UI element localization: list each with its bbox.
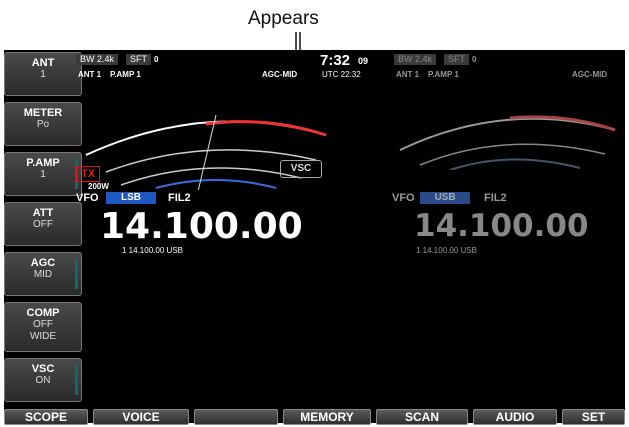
left-ant: ANT 1	[78, 70, 102, 79]
scope-button[interactable]: SCOPE	[4, 409, 88, 425]
left-agc: AGC-MID	[262, 70, 298, 79]
right-s-meter	[399, 115, 616, 170]
right-filter: FIL2	[484, 192, 507, 204]
clock-utc: UTC 22:32	[322, 70, 361, 79]
agc-value: MID	[33, 269, 53, 280]
right-mode: USB	[420, 192, 470, 204]
vsc-indicator	[75, 365, 78, 395]
vsc-value: ON	[35, 375, 51, 386]
set-button[interactable]: SET	[562, 409, 625, 425]
comp-label: COMP	[26, 307, 60, 319]
audio-button[interactable]: AUDIO	[473, 409, 557, 425]
vsc-label: VSC	[31, 363, 55, 375]
vsc-indicator-badge: VSC	[280, 160, 322, 178]
clock-seconds: 09	[358, 56, 369, 66]
power-label: 200W	[88, 182, 109, 191]
left-sft-badge: SFT	[126, 54, 151, 65]
ant-label: ANT	[31, 57, 55, 69]
ant-value: 1	[40, 69, 46, 80]
agc-label: AGC	[30, 257, 56, 269]
right-sub-frequency: 1 14.100.00 USB	[416, 246, 477, 255]
clock-time: 7:32	[320, 52, 351, 69]
tx-indicator: TX	[76, 166, 100, 182]
right-bw-badge: BW 2.4k	[394, 54, 437, 65]
right-agc: AGC-MID	[572, 70, 608, 79]
bottom-menu-bar: SCOPE VOICE MEMORY SCAN AUDIO SET	[4, 409, 625, 425]
left-bw-badge: BW 2.4k	[76, 54, 119, 65]
pamp-value: 1	[40, 169, 46, 180]
left-vfo: VFO	[76, 192, 99, 204]
left-sft-value: 0	[154, 55, 159, 64]
right-pamp: P.AMP 1	[428, 70, 459, 79]
left-mode: LSB	[106, 192, 156, 204]
right-ant: ANT 1	[396, 70, 420, 79]
left-pamp: P.AMP 1	[110, 70, 141, 79]
ant-button[interactable]: ANT 1	[4, 52, 82, 96]
right-sft-badge: SFT	[444, 54, 469, 65]
right-frequency: 14.100.00	[414, 208, 589, 244]
blank-button[interactable]	[194, 409, 278, 425]
right-vfo: VFO	[392, 192, 415, 204]
left-sub-frequency: 1 14.100.00 USB	[122, 246, 183, 255]
pamp-button[interactable]: P.AMP 1	[4, 152, 82, 196]
right-sft-value: 0	[472, 55, 477, 64]
left-frequency: 14.100.00	[100, 206, 303, 247]
att-button[interactable]: ATT OFF	[4, 202, 82, 246]
pamp-label: P.AMP	[26, 157, 60, 169]
meter-value: Po	[36, 119, 50, 130]
meter-label: METER	[23, 107, 63, 119]
meter-button[interactable]: METER Po	[4, 102, 82, 146]
agc-button[interactable]: AGC MID	[4, 252, 82, 296]
att-label: ATT	[32, 207, 54, 219]
memory-button[interactable]: MEMORY	[283, 409, 371, 425]
vsc-button[interactable]: VSC ON	[4, 358, 82, 402]
comp-button[interactable]: COMP OFF WIDE	[4, 302, 82, 352]
left-filter: FIL2	[168, 192, 191, 204]
att-value: OFF	[33, 219, 53, 230]
voice-button[interactable]: VOICE	[93, 409, 189, 425]
radio-display: ANT 1 METER Po P.AMP 1 ATT OFF AGC MID C…	[4, 50, 625, 425]
agc-indicator	[75, 259, 78, 289]
comp-value: OFF WIDE	[29, 319, 57, 342]
scan-button[interactable]: SCAN	[376, 409, 468, 425]
